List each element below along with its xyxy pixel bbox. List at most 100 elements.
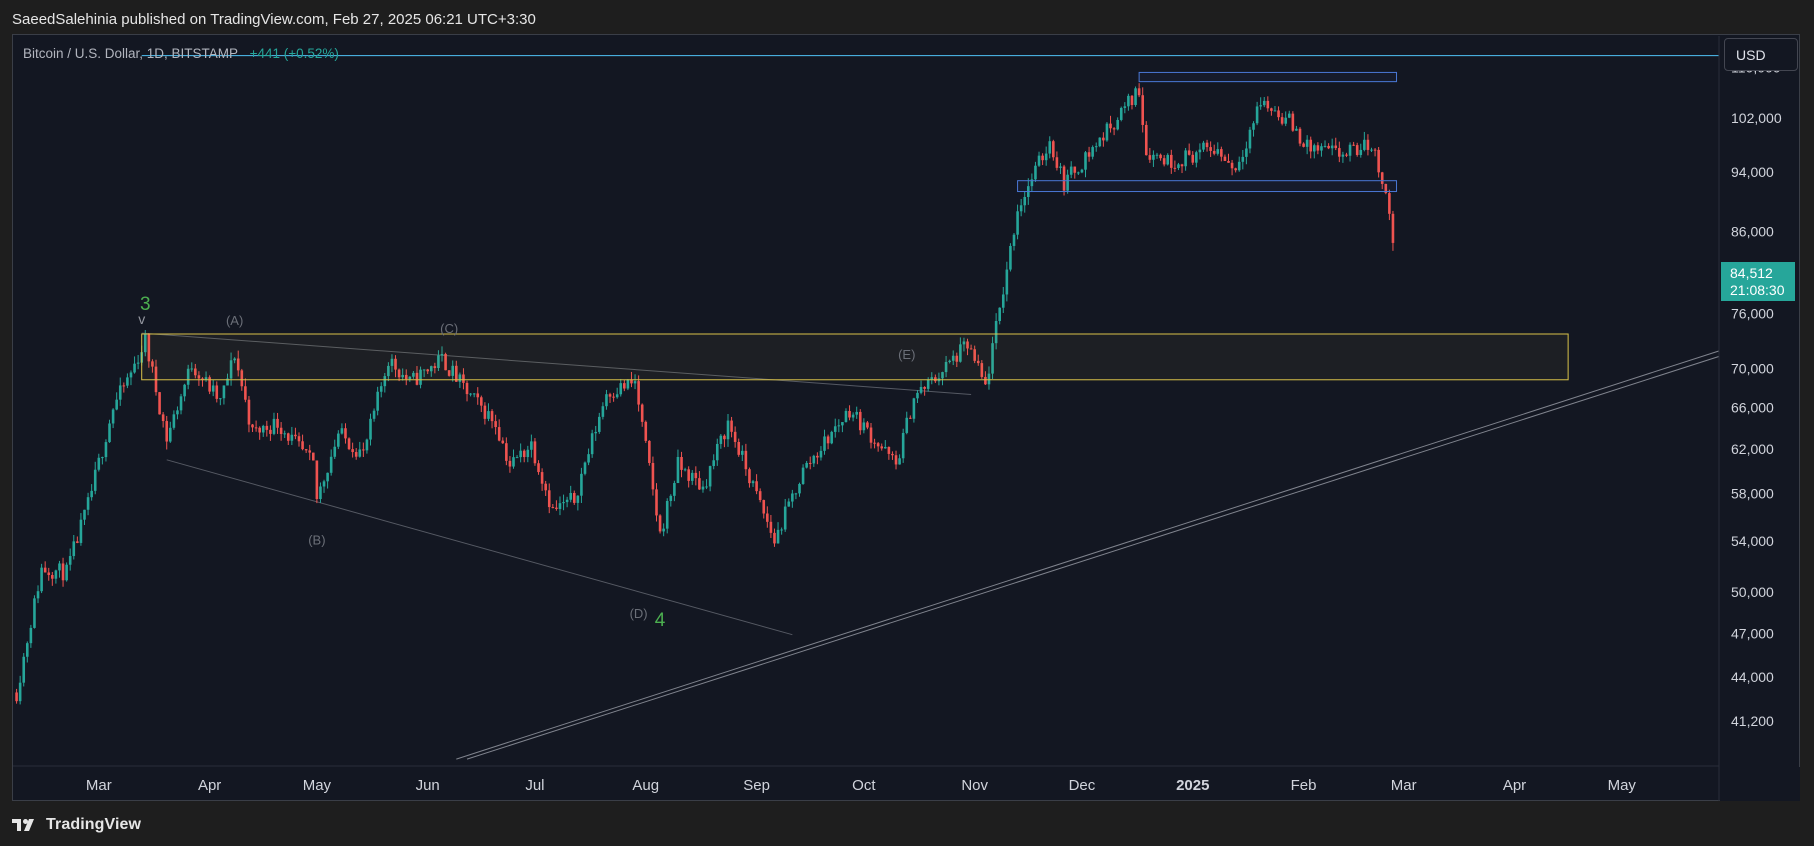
trendline[interactable] [456,348,1729,760]
candle [1094,142,1098,152]
candle [880,443,884,451]
wave-label[interactable]: (A) [226,313,243,328]
candle [1123,102,1127,114]
candle [848,405,851,421]
candle [472,393,476,398]
candle [572,490,576,505]
candle [354,448,358,460]
candle [1302,142,1305,148]
candle [522,449,526,463]
candle [68,548,72,571]
candle [1262,97,1266,108]
candle [497,419,501,442]
y-tick-label: 54,000 [1731,533,1774,549]
candle [794,492,798,500]
candle [276,412,279,434]
wave-label[interactable]: v [138,311,145,327]
x-tick-label: Feb [1291,777,1317,794]
candle [730,416,733,438]
candle [1255,101,1259,126]
candle [1309,136,1313,159]
candle [1009,243,1012,272]
range-box[interactable] [1017,180,1398,193]
candle [1237,156,1241,172]
candle [801,464,805,485]
candle [1270,107,1273,116]
candle [283,430,286,439]
candle [490,409,494,429]
wave-label[interactable]: (E) [898,347,915,362]
candle [708,465,712,492]
plot-area[interactable]: 3v (A)(B)(C)(D) 4(E) [15,55,1732,760]
candle [1127,93,1130,111]
candle [844,408,848,423]
candle [465,380,469,402]
candle [1016,204,1019,240]
candle [369,413,372,446]
candle [319,482,322,503]
candle [1152,150,1155,167]
candle [358,441,362,458]
candle [476,387,480,405]
tradingview-footer[interactable]: TradingView [12,814,141,836]
candle [615,387,619,399]
candle [1137,83,1141,98]
wave-label[interactable]: (C) [440,321,458,336]
candle [65,562,68,582]
candle [833,418,837,438]
candle [1134,86,1137,107]
axis-corner [1720,767,1800,801]
candle [565,496,569,508]
wave-label[interactable]: 4 [655,610,666,631]
candle [1177,162,1180,171]
candle [1223,154,1227,161]
candle [805,460,808,469]
x-tick-label: May [1608,777,1637,794]
candle [22,653,26,687]
candle [1105,122,1109,142]
x-tick-label: May [303,777,332,794]
candle [1291,111,1295,132]
candle [126,373,129,389]
candle [1313,143,1316,159]
candle [1059,162,1062,174]
candle [1023,191,1027,213]
trendline[interactable] [466,353,1729,760]
candle [737,438,741,457]
candle [1205,139,1209,152]
candle [644,420,648,443]
candle [1330,138,1334,156]
range-box[interactable] [1138,71,1398,83]
candle [1352,141,1355,146]
candle [1320,143,1323,157]
candle [694,466,698,486]
tradingview-logo-icon [12,819,34,831]
candle [1034,161,1037,182]
candle [512,449,515,469]
candle [158,391,161,415]
wave-label[interactable]: (D) [630,606,648,621]
currency-button[interactable]: USD [1724,38,1798,71]
candle [569,485,572,503]
candle [1220,146,1223,162]
candle [837,419,841,433]
candle [748,467,751,488]
candle [76,536,79,544]
price-chart[interactable]: 3v (A)(B)(C)(D) 4(E)Mar Apr May Jun Jul Aug Sep O… [0,0,1814,846]
candle [487,403,490,422]
candle [519,443,522,463]
support-zone[interactable] [141,333,1569,381]
candle [1155,152,1159,159]
wave-label[interactable]: (B) [308,533,325,548]
candle [826,434,830,450]
candle [741,445,744,462]
candle [43,561,47,573]
candle [1041,153,1044,166]
candle [183,383,186,402]
candle [712,454,715,470]
symbol-legend[interactable]: Bitcoin / U.S. Dollar, 1D, BITSTAMP +441… [23,46,339,61]
candle [122,382,126,393]
candle [340,423,344,435]
candle [47,567,51,581]
candle [884,440,887,449]
